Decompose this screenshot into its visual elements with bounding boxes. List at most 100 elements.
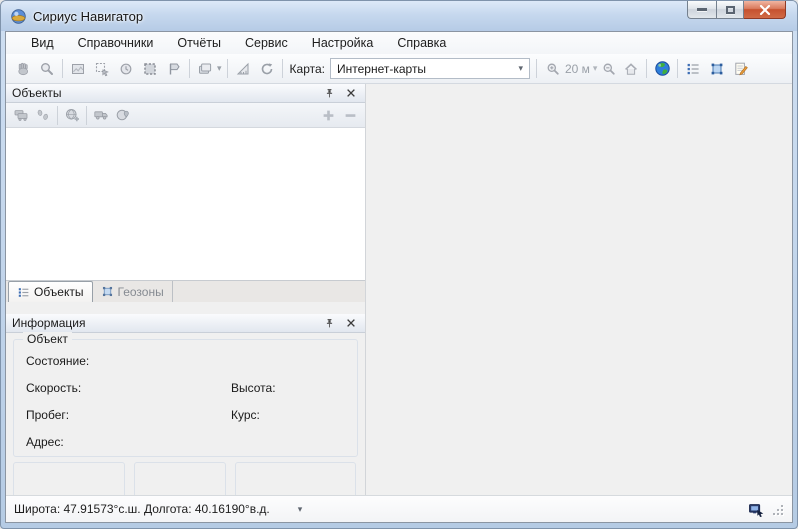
measure-button[interactable] — [231, 57, 255, 80]
scale-caret-icon: ▾ — [593, 64, 598, 73]
info-close-button[interactable] — [343, 316, 359, 331]
notepad-edit-icon — [733, 61, 749, 77]
window-controls — [687, 1, 786, 19]
toolbar-separator — [282, 59, 283, 78]
map-combobox-value: Интернет-карты — [337, 62, 426, 76]
vehicle-button[interactable] — [90, 105, 112, 126]
objects-toolbar — [6, 103, 365, 128]
layers-dropdown-caret[interactable]: ▾ — [217, 64, 222, 73]
toolbar-separator — [62, 59, 63, 78]
map-image-icon — [70, 61, 86, 77]
objects-pin-button[interactable] — [321, 86, 337, 101]
coordinates-text: Широта: 47.91573°с.ш. Долгота: 40.16190°… — [14, 502, 270, 516]
titlebar[interactable]: Сириус Навигатор — [1, 1, 797, 31]
toolbar-separator — [57, 106, 58, 125]
main-toolbar: ▾ Карта: Интернет-карты ▾ — [6, 54, 792, 84]
map-canvas[interactable] — [366, 84, 792, 495]
toolbar-separator — [86, 106, 87, 125]
area-select-button[interactable] — [138, 57, 162, 80]
history-button[interactable] — [114, 57, 138, 80]
close-icon — [345, 317, 357, 329]
select-object-button[interactable] — [90, 57, 114, 80]
menu-bar: Вид Справочники Отчёты Сервис Настройка … — [6, 32, 792, 54]
menu-item-reports[interactable]: Отчёты — [165, 34, 233, 52]
object-list-icon — [17, 286, 30, 299]
objects-close-button[interactable] — [343, 86, 359, 101]
globe-add-button[interactable] — [61, 105, 83, 126]
scale-dropdown[interactable]: 20 м ▾ — [563, 62, 599, 76]
tab-geozones[interactable]: Геозоны — [93, 281, 173, 302]
main-area: Объекты — [6, 84, 792, 495]
vehicles-group-icon — [13, 107, 29, 123]
geofence-icon — [101, 285, 114, 298]
minimize-button[interactable] — [687, 1, 716, 19]
home-button[interactable] — [619, 57, 643, 80]
polygon-flag-icon — [166, 61, 182, 77]
notes-button[interactable] — [729, 57, 753, 80]
zoom-button[interactable] — [35, 57, 59, 80]
pin-icon — [323, 317, 336, 330]
info-pin-button[interactable] — [321, 316, 337, 331]
menu-item-settings[interactable]: Настройка — [300, 34, 386, 52]
globe-add-icon — [64, 107, 80, 123]
objects-list[interactable] — [6, 128, 365, 281]
menu-item-view[interactable]: Вид — [19, 34, 66, 52]
map-combobox[interactable]: Интернет-карты ▾ — [330, 58, 530, 79]
panel-splitter[interactable] — [6, 302, 365, 314]
layers-button[interactable] — [193, 57, 217, 80]
rotate-icon — [259, 61, 275, 77]
pin-icon — [323, 87, 336, 100]
rotate-button[interactable] — [255, 57, 279, 80]
mileage-label: Пробег: — [26, 408, 231, 422]
resize-grip[interactable] — [771, 503, 784, 516]
vehicles-group-button[interactable] — [10, 105, 32, 126]
add-icon — [321, 108, 336, 123]
toolbar-separator — [189, 59, 190, 78]
toolbar-separator — [646, 59, 647, 78]
vehicle-icon — [93, 107, 109, 123]
status-bar: Широта: 47.91573°с.ш. Долгота: 40.16190°… — [6, 495, 792, 522]
map-image-button[interactable] — [66, 57, 90, 80]
object-list-button[interactable] — [681, 57, 705, 80]
menu-item-directories[interactable]: Справочники — [66, 34, 166, 52]
zoom-out-button[interactable] — [599, 57, 619, 80]
objects-panel-header: Объекты — [6, 84, 365, 103]
connection-status-icon — [748, 502, 765, 517]
globe-icon — [654, 60, 671, 77]
globe-marker-button[interactable] — [112, 105, 134, 126]
close-icon — [759, 5, 771, 15]
app-window: Сириус Навигатор Вид Справочники Отчёты … — [0, 0, 798, 529]
pan-button[interactable] — [11, 57, 35, 80]
zoom-in-icon — [545, 61, 561, 77]
tracks-button[interactable] — [32, 105, 54, 126]
globe-marker-icon — [115, 107, 131, 123]
geofence-button[interactable] — [705, 57, 729, 80]
menu-item-help[interactable]: Справка — [385, 34, 458, 52]
tracks-icon — [35, 107, 51, 123]
combobox-caret-icon: ▾ — [518, 64, 529, 73]
objects-panel: Объекты — [6, 84, 366, 495]
remove-object-button[interactable] — [339, 105, 361, 126]
menu-item-service[interactable]: Сервис — [233, 34, 300, 52]
zoom-in-button[interactable] — [543, 57, 563, 80]
rect-select-icon — [142, 61, 158, 77]
add-object-button[interactable] — [317, 105, 339, 126]
object-list-icon — [685, 61, 701, 77]
internet-globe-button[interactable] — [650, 57, 674, 80]
objects-panel-title: Объекты — [12, 86, 62, 100]
info-panel-header: Информация — [6, 314, 365, 333]
ruler-icon — [235, 61, 251, 77]
select-cursor-icon — [94, 61, 110, 77]
info-panel-body: Объект Состояние: Скорость: Высота: Проб… — [6, 333, 365, 495]
maximize-button[interactable] — [716, 1, 744, 19]
map-label: Карта: — [290, 62, 325, 76]
coordinates-dropdown-caret[interactable]: ▾ — [298, 504, 303, 515]
address-label: Адрес: — [26, 435, 231, 449]
tab-objects-label: Объекты — [34, 285, 84, 299]
close-button[interactable] — [744, 1, 786, 19]
tab-objects[interactable]: Объекты — [8, 281, 93, 302]
minimize-icon — [697, 8, 707, 11]
scale-value: 20 м — [565, 62, 590, 76]
polygon-select-button[interactable] — [162, 57, 186, 80]
object-groupbox-legend: Объект — [23, 332, 72, 346]
